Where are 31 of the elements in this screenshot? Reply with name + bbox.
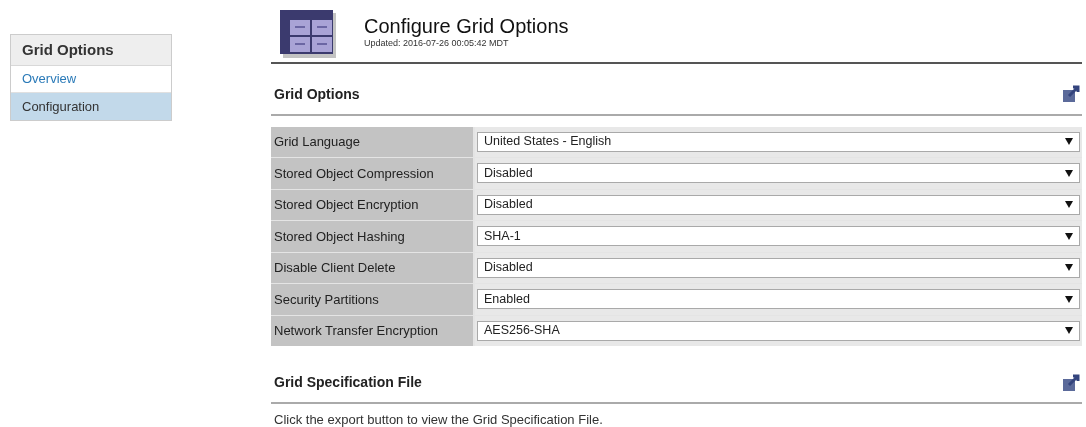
option-label: Network Transfer Encryption bbox=[271, 315, 473, 346]
caret-icon bbox=[1065, 264, 1073, 272]
caret-icon bbox=[1065, 138, 1073, 146]
edit-icon[interactable] bbox=[1062, 85, 1080, 103]
option-select[interactable]: United States - English bbox=[477, 131, 1080, 152]
option-select[interactable]: Enabled bbox=[477, 289, 1080, 310]
caret-icon bbox=[1065, 295, 1073, 303]
export-instruction: Click the export button to view the Grid Specification File. bbox=[273, 413, 604, 427]
edit-icon[interactable] bbox=[1062, 373, 1080, 392]
option-label: Security Partitions bbox=[271, 284, 473, 315]
option-label: Stored Object Compression bbox=[271, 158, 473, 189]
option-label: Stored Object Encryption bbox=[271, 189, 473, 220]
caret-icon bbox=[1065, 327, 1073, 335]
caret-icon bbox=[1065, 201, 1073, 209]
caret-icon bbox=[1065, 169, 1073, 177]
grid-table-icon bbox=[280, 10, 336, 58]
sidebar-item[interactable]: Configuration bbox=[11, 93, 171, 120]
sidebar-title: Grid Options bbox=[11, 35, 171, 66]
option-select[interactable]: AES256-SHA bbox=[477, 320, 1080, 341]
option-select[interactable]: Disabled bbox=[477, 163, 1080, 184]
option-label: Grid Language bbox=[271, 126, 473, 157]
updated-timestamp: Updated: 2016-07-26 00:05:42 MDT bbox=[364, 38, 510, 49]
page-title: Configure Grid Options bbox=[364, 14, 569, 38]
option-select[interactable]: Disabled bbox=[477, 257, 1080, 278]
section-title: Grid Specification File bbox=[273, 373, 422, 392]
section-title: Grid Options bbox=[273, 84, 360, 104]
option-label: Stored Object Hashing bbox=[271, 221, 473, 252]
caret-icon bbox=[1065, 232, 1073, 240]
option-select[interactable]: Disabled bbox=[477, 194, 1080, 215]
option-select[interactable]: SHA-1 bbox=[477, 226, 1080, 247]
option-label: Disable Client Delete bbox=[271, 252, 473, 283]
